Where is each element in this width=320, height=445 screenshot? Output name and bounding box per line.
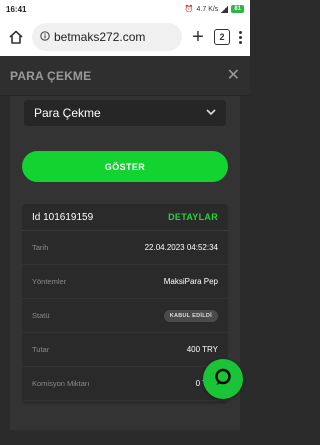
status-icons: ⏰ 4.7 K/s 81 — [185, 5, 244, 13]
modal-header: PARA ÇEKME ✕ — [0, 56, 250, 96]
select-value: Para Çekme — [34, 106, 101, 120]
browser-toolbar: betmaks272.com + 2 — [0, 18, 250, 56]
status-row: Statü KABUL EDİLDİ — [22, 299, 228, 333]
method-row: Yöntemler MaksiPara Pep — [22, 265, 228, 299]
chat-bubble-icon — [213, 367, 233, 392]
status-badge: KABUL EDİLDİ — [163, 309, 218, 322]
more-menu-icon[interactable] — [236, 27, 244, 47]
site-info-icon[interactable] — [40, 28, 50, 46]
transaction-card-header: Id 101619159 DETAYLAR — [22, 204, 228, 231]
clock: 16:41 — [6, 4, 27, 14]
commission-row: Komisyon Miktarı 0 TRY — [22, 367, 228, 401]
commission-label: Komisyon Miktarı — [32, 379, 90, 388]
address-bar[interactable]: betmaks272.com — [32, 23, 182, 51]
signal-icon — [221, 5, 229, 13]
chat-button[interactable] — [203, 359, 243, 399]
date-value: 22.04.2023 04:52:34 — [144, 243, 218, 252]
amount-label: Tutar — [32, 345, 50, 354]
status-label: Statü — [32, 311, 50, 320]
status-bar: 16:41 ⏰ 4.7 K/s 81 — [0, 0, 250, 18]
new-tab-icon[interactable]: + — [188, 27, 208, 47]
modal-title: PARA ÇEKME — [10, 68, 92, 83]
amount-row: Tutar 400 TRY — [22, 333, 228, 367]
alarm-icon: ⏰ — [184, 6, 194, 13]
battery-icon: 81 — [231, 5, 244, 13]
tab-switcher-button[interactable]: 2 — [214, 29, 230, 45]
transaction-type-select[interactable]: Para Çekme — [24, 100, 226, 126]
home-icon[interactable] — [6, 27, 26, 47]
method-label: Yöntemler — [32, 277, 67, 286]
chevron-down-icon — [206, 108, 216, 119]
amount-value: 400 TRY — [186, 345, 218, 354]
date-row: Tarih 22.04.2023 04:52:34 — [22, 231, 228, 265]
show-button[interactable]: GÖSTER — [22, 151, 228, 182]
network-speed: 4.7 K/s — [196, 5, 219, 13]
date-label: Tarih — [32, 243, 49, 252]
transaction-id: Id 101619159 — [32, 211, 94, 223]
details-link[interactable]: DETAYLAR — [168, 212, 218, 222]
transaction-card: Id 101619159 DETAYLAR Tarih 22.04.2023 0… — [22, 204, 228, 404]
method-value: MaksiPara Pep — [163, 277, 218, 286]
close-icon[interactable]: ✕ — [227, 67, 240, 84]
url-text: betmaks272.com — [54, 30, 146, 44]
